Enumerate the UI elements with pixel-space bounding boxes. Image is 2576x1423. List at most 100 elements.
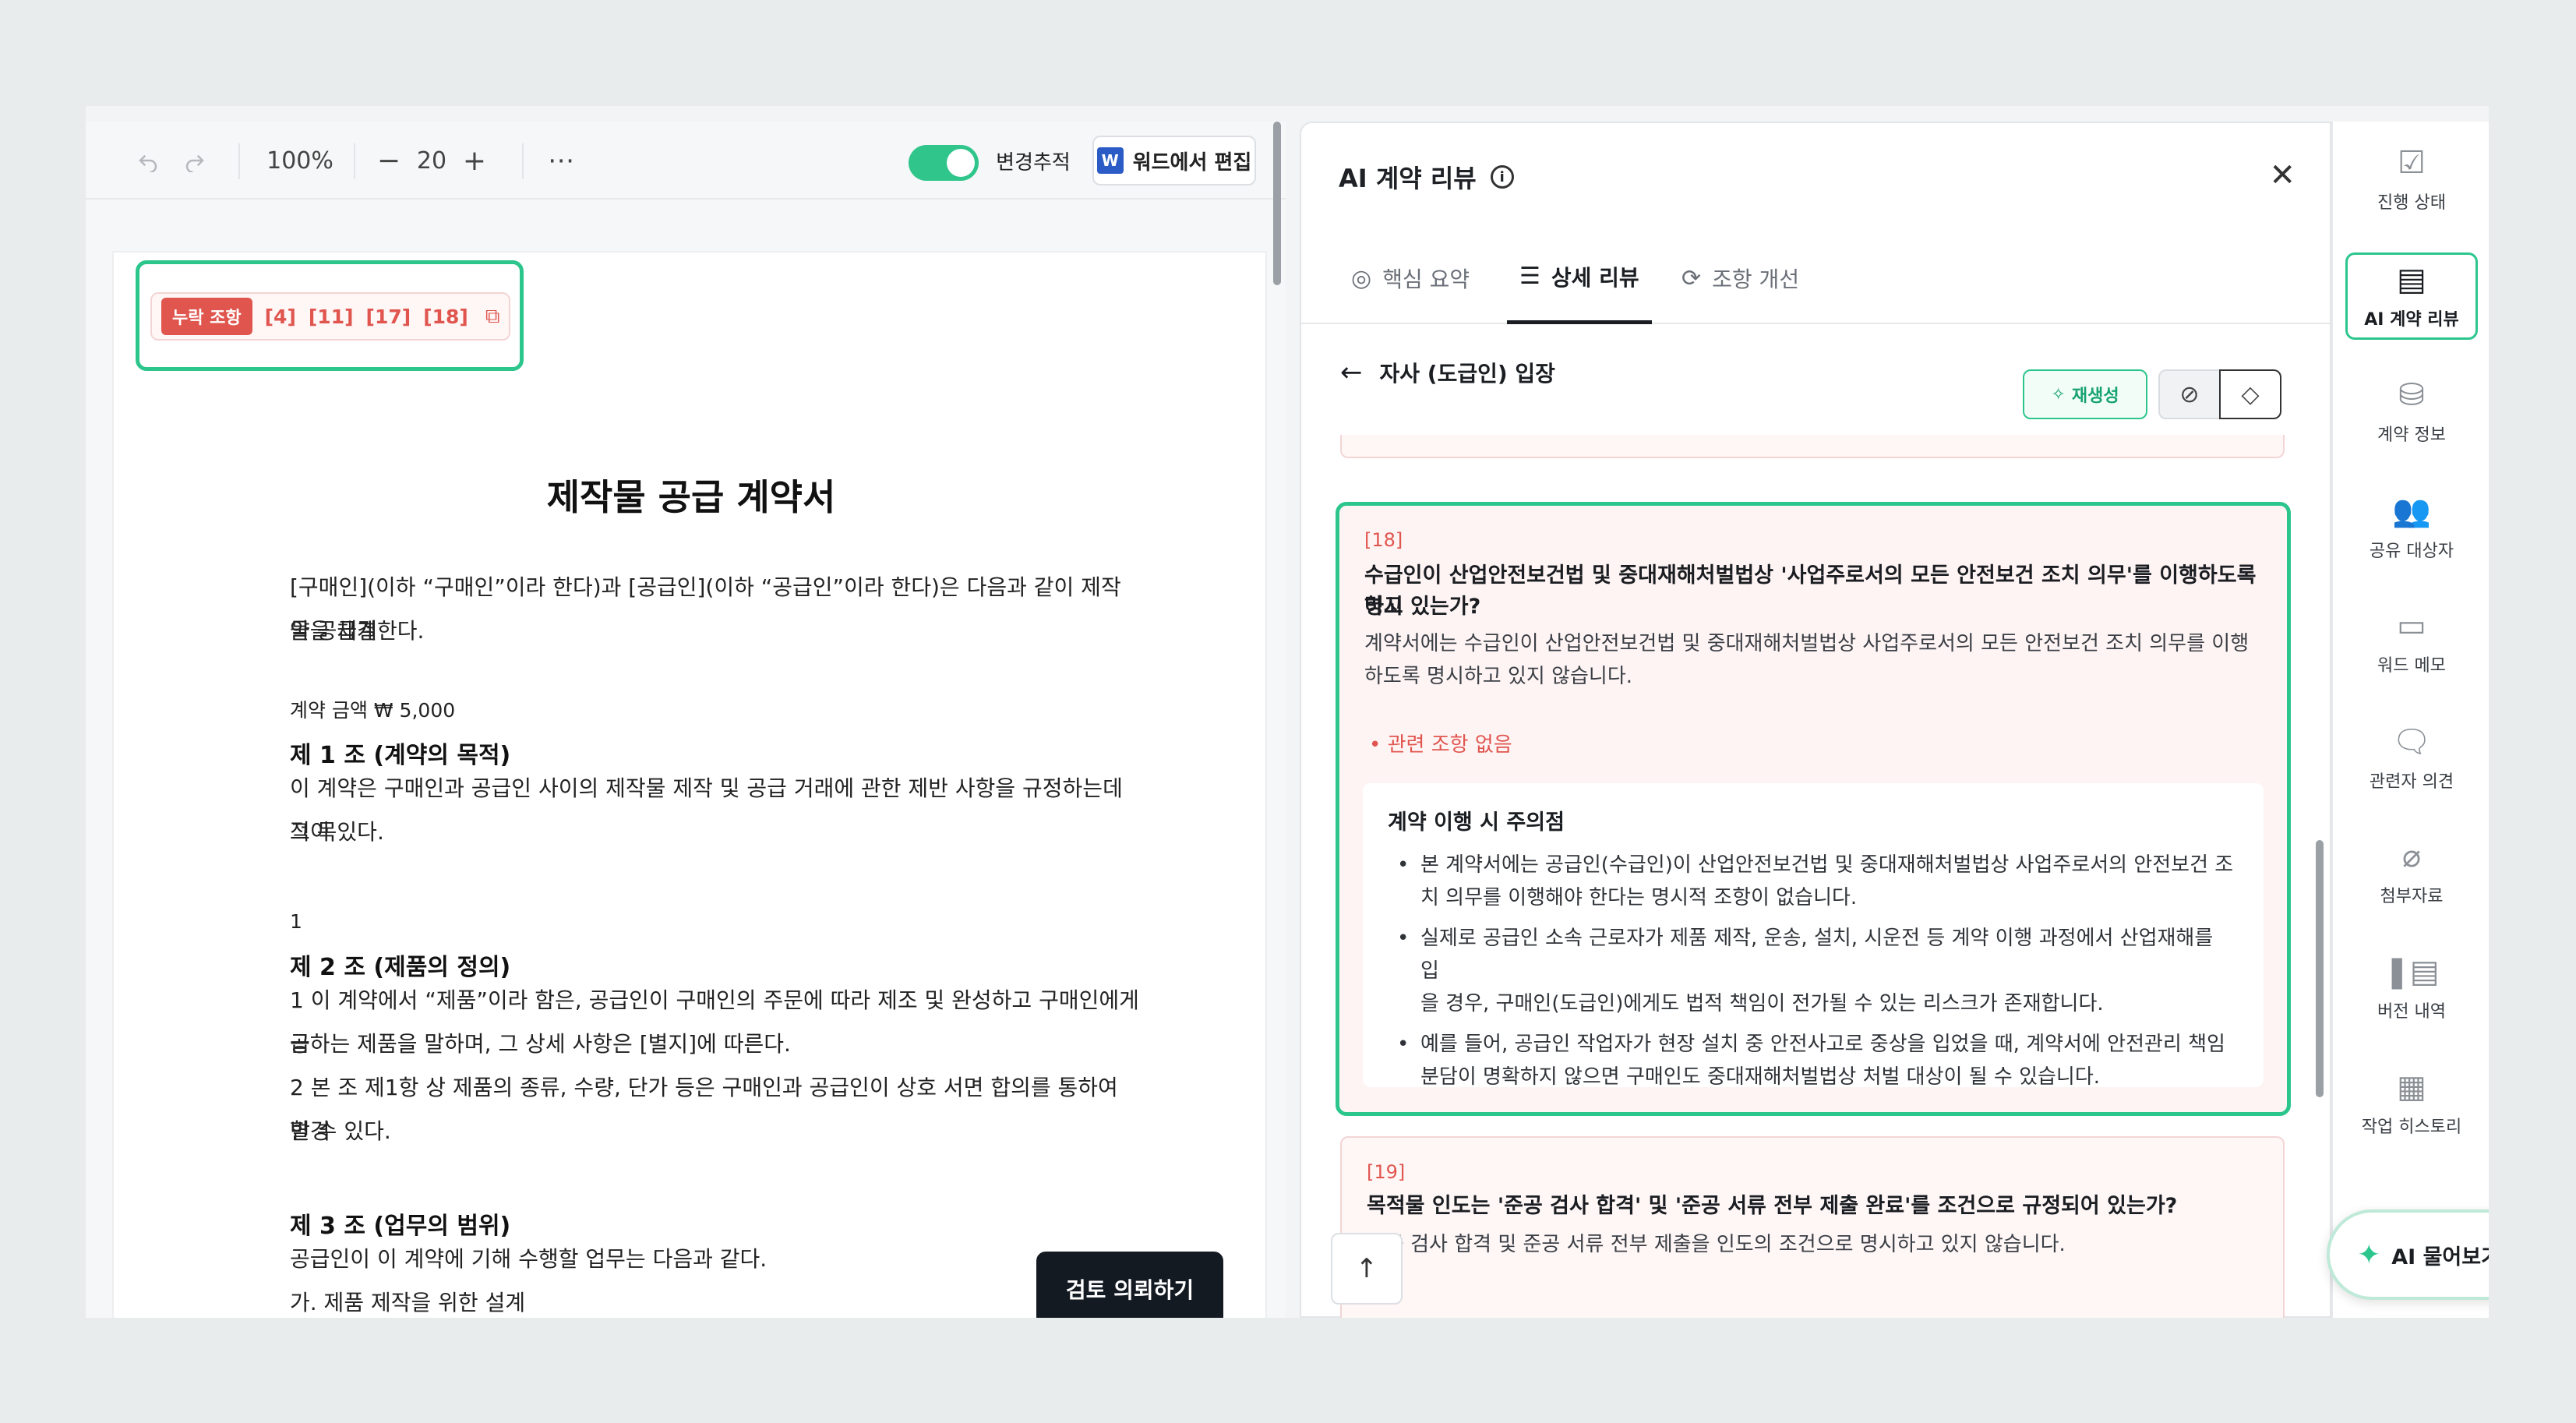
zoom-level[interactable]: 100%: [257, 122, 343, 200]
sidebar-item-attachments[interactable]: ⌀ 첨부자료: [2345, 829, 2478, 916]
caution-text: 분담이 명확하지 않으면 구매인도 중대재해처벌법상 처벌 대상이 될 수 있습…: [1420, 1065, 2101, 1089]
arrow-up-icon: ↑: [1355, 1253, 1378, 1284]
caution-text: 치 의무를 이행해야 한다는 명시적 조항이 없습니다.: [1420, 886, 1858, 909]
card-number: [18]: [1364, 529, 1403, 551]
regenerate-button[interactable]: ✧ 재생성: [2023, 369, 2147, 419]
history-icon: ▦: [2397, 1069, 2426, 1105]
card-answer: 하도록 명시하고 있지 않습니다.: [1364, 665, 1633, 688]
close-icon[interactable]: ✕: [2269, 157, 2295, 193]
jump-icon[interactable]: ⧉: [485, 305, 500, 329]
sidebar-item-opinions[interactable]: 🗨 관련자 의견: [2345, 714, 2478, 801]
request-review-button[interactable]: 검토 의뢰하기: [1036, 1252, 1223, 1318]
tab-label: 상세 리뷰: [1551, 264, 1639, 291]
sidebar-item-progress[interactable]: ☑ 진행 상태: [2345, 136, 2478, 223]
track-changes-toggle[interactable]: [909, 145, 979, 181]
increase-font-icon[interactable]: +: [455, 122, 494, 200]
edit-in-word-button[interactable]: W 워드에서 편집: [1092, 136, 1256, 185]
sidebar-item-label: 작업 히스토리: [2361, 1118, 2462, 1137]
paperclip-icon: ⌀: [2401, 839, 2422, 874]
edit-in-word-label: 워드에서 편집: [1132, 150, 1252, 175]
missing-clauses-bar: 누락 조항 [4] [11] [17] [18] ⧉: [150, 292, 510, 341]
position-header: ← 자사 (도급인) 입장: [1340, 357, 1555, 388]
missing-ref-link[interactable]: [18]: [423, 305, 468, 328]
caution-text: 예를 들어, 공급인 작업자가 현장 설치 중 안전사고로 중상을 입었을 때,…: [1420, 1033, 2225, 1056]
article-text: 공급인이 이 계약에 기해 수행할 업무는 다음과 같다.: [290, 1246, 768, 1272]
font-size-value[interactable]: 20: [408, 122, 455, 200]
sidebar-item-versions[interactable]: ❚▤ 버전 내역: [2345, 945, 2478, 1032]
caution-item: 본 계약서에는 공급인(수급인)이 산업안전보건법 및 중대재해처벌법상 사업주…: [1392, 849, 2234, 914]
sidebar-item-share[interactable]: 👥 공유 대상자: [2345, 483, 2478, 570]
sidebar-item-label: 계약 정보: [2377, 425, 2446, 445]
panel-tabs: ◎ 핵심 요약 ☰ 상세 리뷰 ⟳ 조항 개선: [1301, 232, 2330, 324]
caution-list: 본 계약서에는 공급인(수급인)이 산업안전보건법 및 중대재해처벌법상 사업주…: [1392, 849, 2234, 1101]
list-check-icon: ☰: [1519, 263, 1540, 290]
ai-review-panel: AI 계약 리뷰 i ✕ ◎ 핵심 요약 ☰ 상세 리뷰 ⟳ 조항 개선 ← 자…: [1300, 122, 2331, 1318]
missing-clauses-highlight: 누락 조항 [4] [11] [17] [18] ⧉: [136, 260, 524, 371]
position-label: 자사 (도급인) 입장: [1379, 361, 1555, 387]
sparkle-icon: ✦: [2357, 1238, 2381, 1271]
more-options-icon[interactable]: ⋯: [538, 122, 584, 200]
decrease-font-icon[interactable]: −: [369, 122, 408, 200]
card-question: 하고 있는가?: [1364, 595, 1481, 619]
improve-icon: ⟳: [1681, 264, 1702, 292]
caution-item: 실제로 공급인 소속 근로자가 제품 제작, 운송, 설치, 시운전 등 계약 …: [1392, 922, 2234, 1020]
sidebar-item-history[interactable]: ▦ 작업 히스토리: [2345, 1060, 2478, 1147]
missing-ref-link[interactable]: [11]: [309, 305, 354, 328]
card-question: 목적물 인도는 '준공 검사 합격' 및 '준공 서류 전부 제출 완료'를 조…: [1367, 1194, 2178, 1218]
tag-icon[interactable]: ◇: [2219, 369, 2281, 419]
card-answer: 준공 검사 합격 및 준공 서류 전부 제출을 인도의 조건으로 명시하고 있지…: [1367, 1233, 2066, 1256]
scroll-top-button[interactable]: ↑: [1331, 1233, 1403, 1305]
redo-icon[interactable]: [171, 122, 218, 200]
previous-review-card: [1340, 435, 2285, 458]
editor-scrollbar[interactable]: [1273, 122, 1281, 285]
article-heading: 제 1 조 (계약의 목적): [290, 742, 511, 769]
panel-scrollbar[interactable]: [2316, 840, 2324, 1097]
article-heading: 제 3 조 (업무의 범위): [290, 1213, 511, 1240]
sidebar-item-ai-review[interactable]: ▤ AI 계약 리뷰: [2345, 252, 2478, 340]
toggle-knob: [947, 149, 975, 177]
back-arrow-icon[interactable]: ←: [1340, 357, 1363, 388]
summary-icon: ◎: [1351, 264, 1372, 292]
caution-text: 을 경우, 구매인(도급인)에게도 법적 책임이 전가될 수 있는 리스크가 존…: [1420, 992, 2104, 1015]
database-icon: ⛁: [2398, 377, 2425, 413]
regenerate-label: 재생성: [2071, 387, 2119, 406]
word-icon: W: [1096, 147, 1124, 174]
article-text: 할 수 있다.: [290, 1118, 391, 1144]
side-nav: ☑ 진행 상태 ▤ AI 계약 리뷰 ⛁ 계약 정보 👥 공유 대상자 ▭ 워드…: [2331, 122, 2489, 1318]
caution-text: 실제로 공급인 소속 근로자가 제품 제작, 운송, 설치, 시운전 등 계약 …: [1420, 927, 2214, 983]
sidebar-item-label: 진행 상태: [2377, 193, 2446, 213]
tab-summary[interactable]: ◎ 핵심 요약: [1351, 232, 1470, 324]
app-window: 100% − 20 + ⋯ 변경추적 W 워드에서 편집 누락 조항 [4] […: [86, 106, 2489, 1318]
sidebar-item-label: 첨부자료: [2380, 887, 2444, 906]
memo-icon: ▭: [2397, 608, 2426, 644]
undo-icon[interactable]: [125, 122, 171, 200]
untag-icon[interactable]: ⊘: [2158, 369, 2221, 419]
track-changes-label: 변경추적: [996, 150, 1071, 175]
sidebar-item-contract-info[interactable]: ⛁ 계약 정보: [2345, 368, 2478, 455]
missing-clauses-badge: 누락 조항: [161, 298, 252, 335]
no-clause-flag: • 관련 조항 없음: [1369, 729, 1512, 757]
intro-line: 약을 체결한다.: [290, 618, 425, 644]
panel-title-text: AI 계약 리뷰: [1339, 164, 1477, 193]
missing-ref-link[interactable]: [4]: [265, 305, 296, 328]
article-text: 가. 제품 제작을 위한 설계: [290, 1290, 526, 1315]
document-title: 제작물 공급 계약서: [546, 476, 836, 518]
missing-ref-link[interactable]: [17]: [366, 305, 411, 328]
divider: [238, 143, 240, 179]
caution-item: 예를 들어, 공급인 작업자가 현장 설치 중 안전사고로 중상을 입었을 때,…: [1392, 1028, 2234, 1093]
article-text: 급하는 제품을 말하며, 그 상세 사항은 [별지]에 따른다.: [290, 1031, 791, 1057]
tab-clause-improve[interactable]: ⟳ 조항 개선: [1681, 232, 1799, 324]
review-card-19[interactable]: [19] 목적물 인도는 '준공 검사 합격' 및 '준공 서류 전부 제출 완…: [1340, 1136, 2285, 1318]
sidebar-item-label: 관련자 의견: [2369, 772, 2454, 792]
sidebar-item-word-memo[interactable]: ▭ 워드 메모: [2345, 599, 2478, 686]
sidebar-item-label: 공유 대상자: [2369, 541, 2454, 561]
review-card-18[interactable]: [18] 수급인이 산업안전보건법 및 중대재해처벌법상 '사업주로서의 모든 …: [1336, 502, 2291, 1116]
info-icon[interactable]: i: [1490, 165, 1514, 189]
versions-icon: ❚▤: [2384, 954, 2440, 990]
caution-text: 본 계약서에는 공급인(수급인)이 산업안전보건법 및 중대재해처벌법상 사업주…: [1420, 853, 2234, 877]
card-answer: 계약서에는 수급인이 산업안전보건법 및 중대재해처벌법상 사업주로서의 모든 …: [1364, 632, 2250, 655]
ai-ask-button[interactable]: ✦ AI 물어보기: [2327, 1209, 2489, 1300]
lock-comment-icon: 🗨: [2391, 723, 2432, 760]
sparkle-tag-icon: ✧: [2051, 384, 2066, 404]
tab-detail-review[interactable]: ☰ 상세 리뷰: [1507, 232, 1652, 324]
